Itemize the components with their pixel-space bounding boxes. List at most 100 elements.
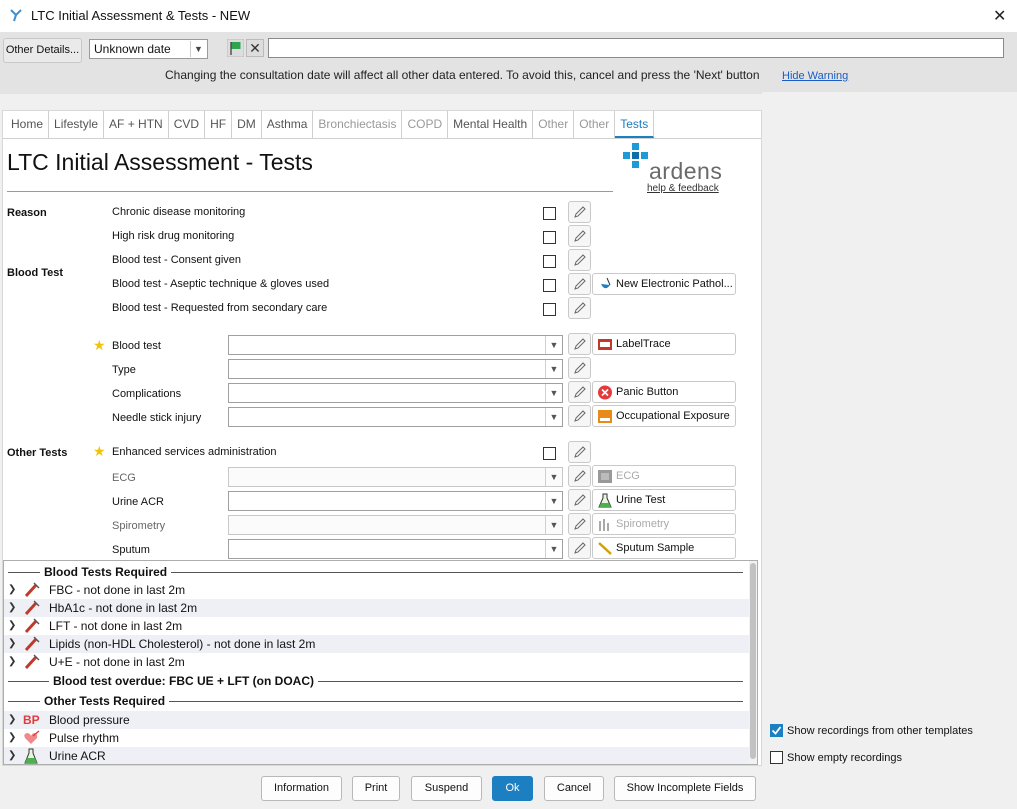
edit-button[interactable] — [568, 201, 591, 223]
close-icon[interactable]: ✕ — [993, 6, 1006, 26]
print-button[interactable]: Print — [352, 776, 400, 801]
list-scrollbar[interactable] — [749, 561, 757, 764]
list-item[interactable]: ❯ BP Blood pressure — [4, 711, 749, 729]
information-button[interactable]: Information — [261, 776, 342, 801]
row-label-urine-acr: Urine ACR — [112, 496, 164, 508]
show-empty-recordings-checkbox[interactable] — [770, 751, 783, 764]
chronic-disease-checkbox[interactable] — [543, 207, 556, 220]
ok-button[interactable]: Ok — [492, 776, 533, 801]
list-item[interactable]: ❯ U+E - not done in last 2m — [4, 653, 749, 671]
section-other-tests: Other Tests — [7, 447, 68, 459]
tab-asthma[interactable]: Asthma — [262, 111, 314, 138]
chevron-down-icon[interactable]: ▼ — [545, 516, 562, 534]
help-feedback-link[interactable]: help & feedback — [647, 183, 719, 194]
chevron-down-icon[interactable]: ❯ — [8, 711, 16, 729]
tab-lifestyle[interactable]: Lifestyle — [49, 111, 105, 138]
occupational-exposure-button[interactable]: Occupational Exposure — [592, 405, 736, 427]
chevron-down-icon[interactable]: ❯ — [8, 729, 16, 747]
tab-bronchiectasis[interactable]: Bronchiectasis — [313, 111, 403, 138]
panic-button[interactable]: Panic Button — [592, 381, 736, 403]
row-label-needle-stick: Needle stick injury — [112, 412, 202, 424]
tab-hf[interactable]: HF — [205, 111, 233, 138]
chevron-down-icon[interactable]: ▼ — [545, 468, 562, 486]
urine-test-button[interactable]: Urine Test — [592, 489, 736, 511]
edit-button[interactable] — [568, 273, 591, 295]
tab-other[interactable]: Other — [574, 111, 616, 138]
list-item[interactable]: ❯ Pulse rhythm — [4, 729, 749, 747]
beaker-icon — [598, 493, 612, 508]
consent-checkbox[interactable] — [543, 255, 556, 268]
aseptic-checkbox[interactable] — [543, 279, 556, 292]
secondary-care-checkbox[interactable] — [543, 303, 556, 316]
needle-stick-select[interactable]: ▼ — [228, 407, 563, 427]
urine-acr-select[interactable]: ▼ — [228, 491, 563, 511]
list-item[interactable]: ❯ Lipids (non-HDL Cholesterol) - not don… — [4, 635, 749, 653]
tab-home[interactable]: Home — [6, 111, 50, 138]
blood-test-select[interactable]: ▼ — [228, 335, 563, 355]
complications-select[interactable]: ▼ — [228, 383, 563, 403]
spirometry-button[interactable]: Spirometry — [592, 513, 736, 535]
chevron-down-icon[interactable]: ❯ — [8, 653, 16, 671]
chevron-down-icon[interactable]: ❯ — [8, 747, 16, 764]
chevron-down-icon[interactable]: ▼ — [545, 408, 562, 426]
edit-button[interactable] — [568, 333, 591, 355]
edit-button[interactable] — [568, 225, 591, 247]
hide-warning-link[interactable]: Hide Warning — [782, 70, 848, 82]
edit-button[interactable] — [568, 537, 591, 559]
edit-button[interactable] — [568, 381, 591, 403]
scrollbar-thumb[interactable] — [750, 563, 756, 759]
flag-icon[interactable] — [227, 39, 244, 57]
tab-dm[interactable]: DM — [232, 111, 262, 138]
chevron-down-icon[interactable]: ▼ — [545, 384, 562, 402]
chevron-down-icon[interactable]: ▼ — [545, 360, 562, 378]
chevron-down-icon[interactable]: ❯ — [8, 581, 16, 599]
edit-button[interactable] — [568, 297, 591, 319]
consultation-date-select[interactable]: Unknown date ▼ — [89, 39, 208, 59]
ecg-button[interactable]: ECG — [592, 465, 736, 487]
tab-af-htn[interactable]: AF + HTN — [104, 111, 169, 138]
tab-cvd[interactable]: CVD — [169, 111, 206, 138]
chevron-down-icon[interactable]: ▼ — [190, 41, 206, 57]
edit-button[interactable] — [568, 513, 591, 535]
tab-tests[interactable]: Tests — [615, 111, 655, 138]
tab-copd[interactable]: COPD — [402, 111, 449, 138]
edit-button[interactable] — [568, 405, 591, 427]
spirometry-select[interactable]: ▼ — [228, 515, 563, 535]
spirometry-button-label: Spirometry — [616, 518, 670, 530]
list-item[interactable]: ❯ FBC - not done in last 2m — [4, 581, 749, 599]
show-other-templates-checkbox[interactable] — [770, 724, 783, 737]
sputum-select[interactable]: ▼ — [228, 539, 563, 559]
row-label-complications: Complications — [112, 388, 182, 400]
edit-button[interactable] — [568, 489, 591, 511]
tab-other[interactable]: Other — [533, 111, 575, 138]
other-details-button[interactable]: Other Details... — [3, 38, 82, 63]
sputum-sample-button[interactable]: Sputum Sample — [592, 537, 736, 559]
clear-date-icon[interactable]: ✕ — [246, 39, 264, 57]
chevron-down-icon[interactable]: ❯ — [8, 635, 16, 653]
enhanced-services-checkbox[interactable] — [543, 447, 556, 460]
pencil-icon — [574, 338, 586, 350]
consultation-text-field[interactable] — [268, 38, 1004, 58]
edit-button[interactable] — [568, 357, 591, 379]
list-item[interactable]: ❯ LFT - not done in last 2m — [4, 617, 749, 635]
list-item[interactable]: ❯ HbA1c - not done in last 2m — [4, 599, 749, 617]
edit-button[interactable] — [568, 249, 591, 271]
labeltrace-button[interactable]: LabelTrace — [592, 333, 736, 355]
tab-mental-health[interactable]: Mental Health — [448, 111, 534, 138]
chevron-down-icon[interactable]: ❯ — [8, 617, 16, 635]
suspend-button[interactable]: Suspend — [411, 776, 482, 801]
edit-button[interactable] — [568, 465, 591, 487]
chevron-down-icon[interactable]: ▼ — [545, 492, 562, 510]
chevron-down-icon[interactable]: ❯ — [8, 599, 16, 617]
row-label-enhanced-services: Enhanced services administration — [112, 446, 277, 458]
show-incomplete-fields-button[interactable]: Show Incomplete Fields — [614, 776, 756, 801]
cancel-button[interactable]: Cancel — [544, 776, 604, 801]
high-risk-drug-checkbox[interactable] — [543, 231, 556, 244]
chevron-down-icon[interactable]: ▼ — [545, 540, 562, 558]
edit-button[interactable] — [568, 441, 591, 463]
chevron-down-icon[interactable]: ▼ — [545, 336, 562, 354]
ecg-select[interactable]: ▼ — [228, 467, 563, 487]
list-item[interactable]: ❯ Urine ACR — [4, 747, 749, 764]
pathology-button[interactable]: New Electronic Pathol... — [592, 273, 736, 295]
type-select[interactable]: ▼ — [228, 359, 563, 379]
